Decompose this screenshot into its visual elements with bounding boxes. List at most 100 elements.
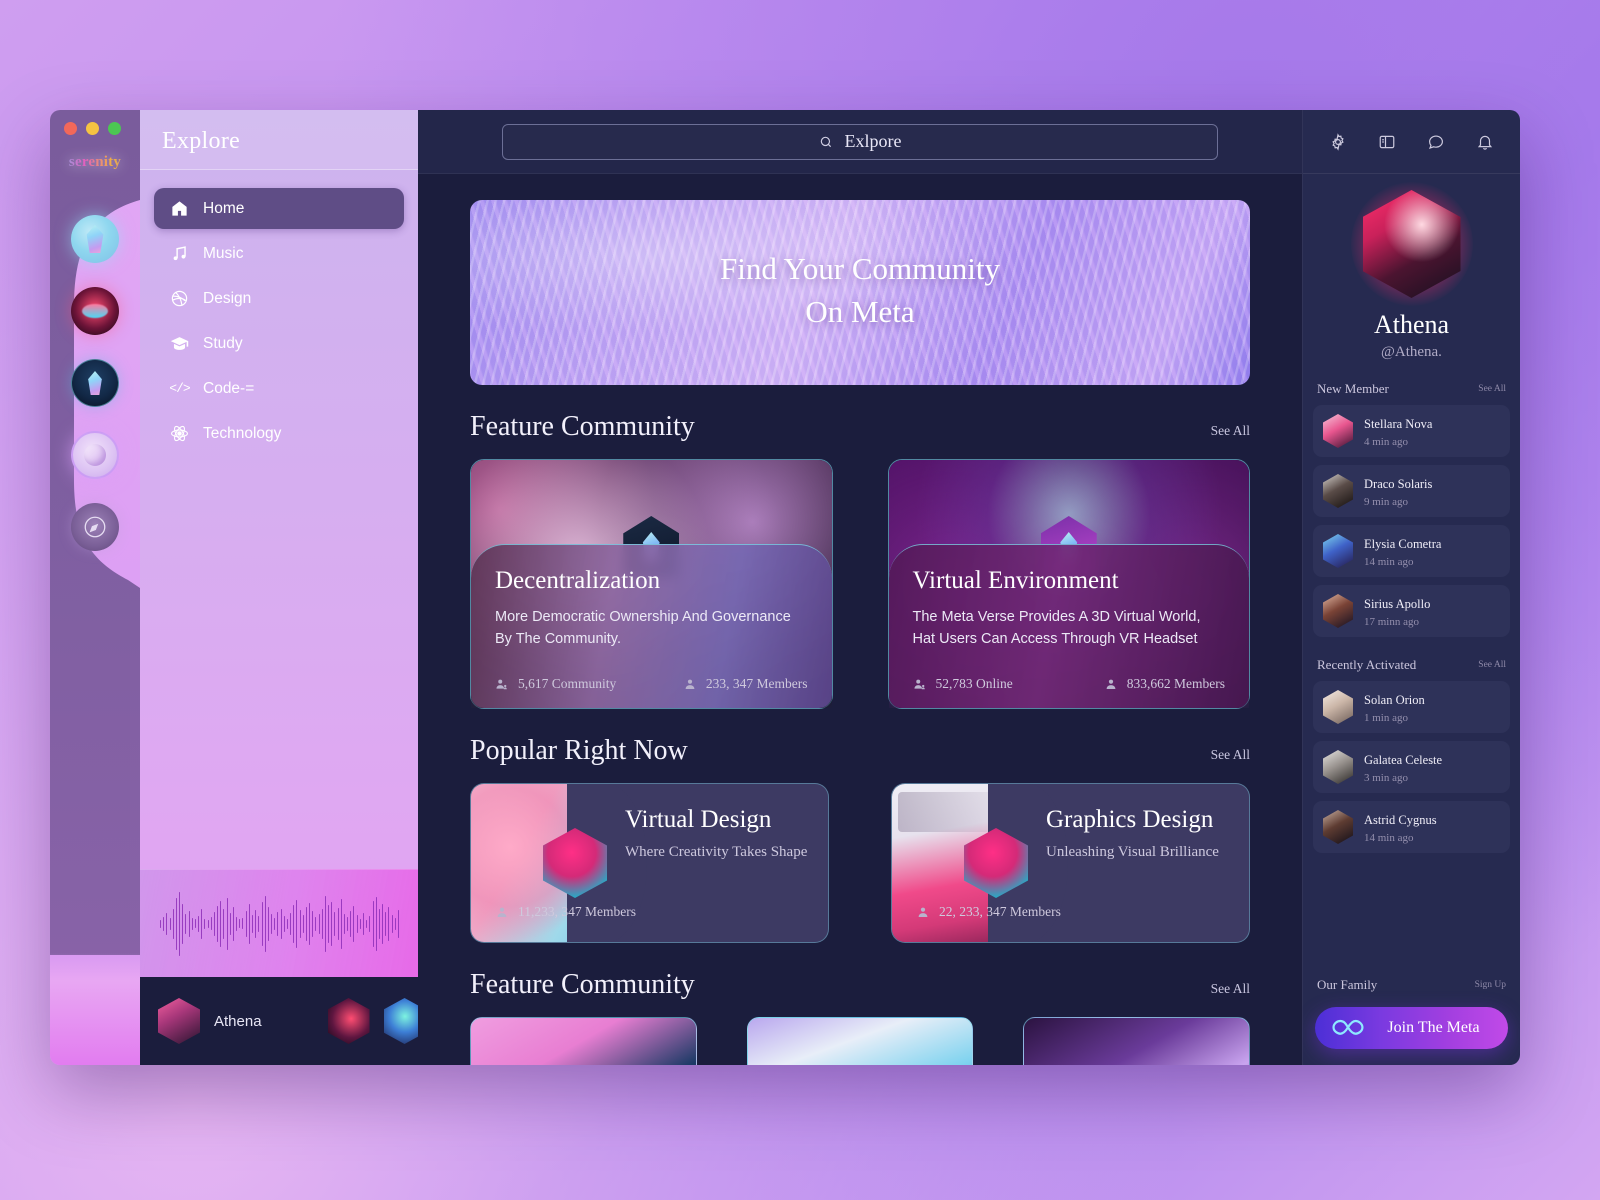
- search-icon: [820, 136, 831, 147]
- see-all-link[interactable]: See All: [1211, 981, 1250, 997]
- member-time: 14 min ago: [1364, 555, 1414, 568]
- rail-orb-icon[interactable]: [71, 287, 119, 335]
- member-name: Solan Orion: [1364, 692, 1425, 707]
- sign-up-link[interactable]: Sign Up: [1475, 980, 1506, 990]
- card-title: Graphics Design: [1046, 806, 1214, 833]
- see-all-link[interactable]: See All: [1211, 747, 1250, 763]
- member-meta: Astrid Cygnus 14 min ago: [1364, 811, 1437, 844]
- sidebar-item-code[interactable]: </> Code-=: [154, 368, 404, 409]
- user-icon: [685, 679, 695, 689]
- feature-community-header: Feature Community See All: [470, 411, 1250, 443]
- icon-rail: serenity: [50, 110, 140, 1065]
- sidebar-item-music[interactable]: Music: [154, 233, 404, 274]
- user-icon: [1106, 679, 1116, 689]
- popular-card[interactable]: Virtual Design Where Creativity Takes Sh…: [470, 783, 829, 943]
- community-card[interactable]: Virtual Environment The Meta Verse Provi…: [887, 459, 1250, 709]
- community-card[interactable]: [746, 1017, 974, 1065]
- sidebar-item-study[interactable]: Study: [154, 323, 404, 364]
- community-card[interactable]: [1023, 1017, 1250, 1065]
- gear-icon[interactable]: [1329, 132, 1347, 151]
- member-name: Astrid Cygnus: [1364, 812, 1437, 827]
- layout-panel-icon[interactable]: [1378, 133, 1396, 151]
- graduation-cap-icon: [170, 334, 189, 353]
- minimize-window-button[interactable]: [86, 122, 99, 135]
- users-icon: [496, 679, 507, 690]
- list-item[interactable]: Astrid Cygnus 14 min ago: [1313, 801, 1510, 853]
- section-label: Recently Activated: [1317, 657, 1417, 672]
- see-all-link[interactable]: See All: [1478, 384, 1506, 394]
- scroll-content: Find Your Community On Meta Feature Comm…: [418, 174, 1302, 1065]
- join-the-meta-button[interactable]: Join The Meta: [1315, 1007, 1508, 1049]
- avatar[interactable]: [158, 998, 200, 1044]
- rail-gem-icon[interactable]: [71, 359, 119, 407]
- right-top-icons: [1303, 110, 1520, 174]
- card-overlay: Virtual Environment The Meta Verse Provi…: [888, 544, 1249, 708]
- list-item[interactable]: Solan Orion 1 min ago: [1313, 681, 1510, 733]
- member-name: Draco Solaris: [1364, 476, 1433, 491]
- member-meta: Sirius Apollo 17 minn ago: [1364, 595, 1430, 628]
- app-window: serenity Explore Home Music Design Study…: [50, 110, 1520, 1065]
- card-overlay: Decentralization More Democratic Ownersh…: [471, 544, 832, 708]
- card-stat-left-value: 5,617 Community: [518, 676, 617, 691]
- member-meta: Galatea Celeste 3 min ago: [1364, 751, 1442, 784]
- card-stats: 5,617 Community 233, 347 Members: [495, 676, 808, 692]
- sidebar-item-home[interactable]: Home: [154, 188, 404, 229]
- our-family-section: Our Family Sign Up Join The Meta: [1303, 961, 1520, 1065]
- card-description: More Democratic Ownership And Governance…: [495, 609, 791, 647]
- rail-compass-pill-icon[interactable]: [71, 431, 119, 479]
- rail-compass-icon[interactable]: [71, 503, 119, 551]
- popular-card[interactable]: Graphics Design Unleashing Visual Brilli…: [891, 783, 1250, 943]
- member-name: Sirius Apollo: [1364, 596, 1431, 611]
- list-item[interactable]: Galatea Celeste 3 min ago: [1313, 741, 1510, 793]
- list-item[interactable]: Stellara Nova 4 min ago: [1313, 405, 1510, 457]
- search-input[interactable]: Exlpore: [502, 123, 1218, 160]
- sidebar-item-technology[interactable]: Technology: [154, 413, 404, 454]
- join-button-label: Join The Meta: [1387, 1019, 1480, 1036]
- dock-avatar-a[interactable]: [327, 998, 370, 1044]
- member-name: Stellara Nova: [1364, 416, 1433, 431]
- card-stat-left-value: 52,783 Online: [935, 676, 1013, 691]
- bell-icon[interactable]: [1476, 133, 1494, 151]
- close-window-button[interactable]: [64, 122, 77, 135]
- feature-community-cards: Decentralization More Democratic Ownersh…: [470, 459, 1250, 709]
- hero-banner[interactable]: Find Your Community On Meta: [470, 200, 1250, 385]
- avatar: [1323, 810, 1353, 844]
- maximize-window-button[interactable]: [108, 122, 121, 135]
- users-icon: [913, 679, 925, 690]
- dribbble-icon: [170, 289, 189, 308]
- sidebar-item-label: Home: [203, 199, 245, 217]
- list-item[interactable]: Draco Solaris 9 min ago: [1313, 465, 1510, 517]
- avatar: [1323, 750, 1353, 784]
- popular-right-now-header: Popular Right Now See All: [470, 735, 1250, 767]
- sidebar-item-label: Music: [203, 244, 244, 262]
- list-item[interactable]: Elysia Cometra 14 min ago: [1313, 525, 1510, 577]
- new-member-list: Stellara Nova 4 min ago Draco Solaris 9 …: [1303, 405, 1520, 637]
- card-subtitle: Unleashing Visual Brilliance: [1046, 844, 1219, 860]
- community-card[interactable]: Decentralization More Democratic Ownersh…: [470, 459, 833, 709]
- section-title: Popular Right Now: [470, 735, 688, 766]
- community-card[interactable]: [470, 1017, 697, 1065]
- hero-title: Find Your Community On Meta: [470, 248, 1250, 334]
- feature-community-bottom-cards: [470, 1017, 1250, 1065]
- audio-waveform-player[interactable]: [140, 869, 418, 977]
- card-stat-left: 52,783 Online: [913, 676, 1013, 692]
- member-time: 4 min ago: [1364, 435, 1408, 448]
- user-icon: [497, 907, 507, 917]
- avatar: [1323, 474, 1353, 508]
- code-icon: </>: [169, 381, 190, 396]
- sidebar-item-label: Technology: [203, 424, 282, 442]
- window-traffic-lights[interactable]: [64, 122, 121, 135]
- see-all-link[interactable]: See All: [1478, 660, 1506, 670]
- sidebar-item-label: Code-=: [203, 379, 255, 397]
- section-label: Our Family: [1317, 977, 1378, 992]
- rail-crystal-icon[interactable]: [71, 215, 119, 263]
- popular-cards: Virtual Design Where Creativity Takes Sh…: [470, 783, 1250, 943]
- card-title: Decentralization: [495, 567, 661, 594]
- waveform: [160, 887, 399, 961]
- chat-bubble-icon[interactable]: [1427, 133, 1445, 151]
- profile-handle: @Athena.: [1381, 344, 1442, 360]
- see-all-link[interactable]: See All: [1211, 423, 1250, 439]
- profile-avatar-wrap: [1350, 182, 1473, 306]
- list-item[interactable]: Sirius Apollo 17 minn ago: [1313, 585, 1510, 637]
- sidebar-item-design[interactable]: Design: [154, 278, 404, 319]
